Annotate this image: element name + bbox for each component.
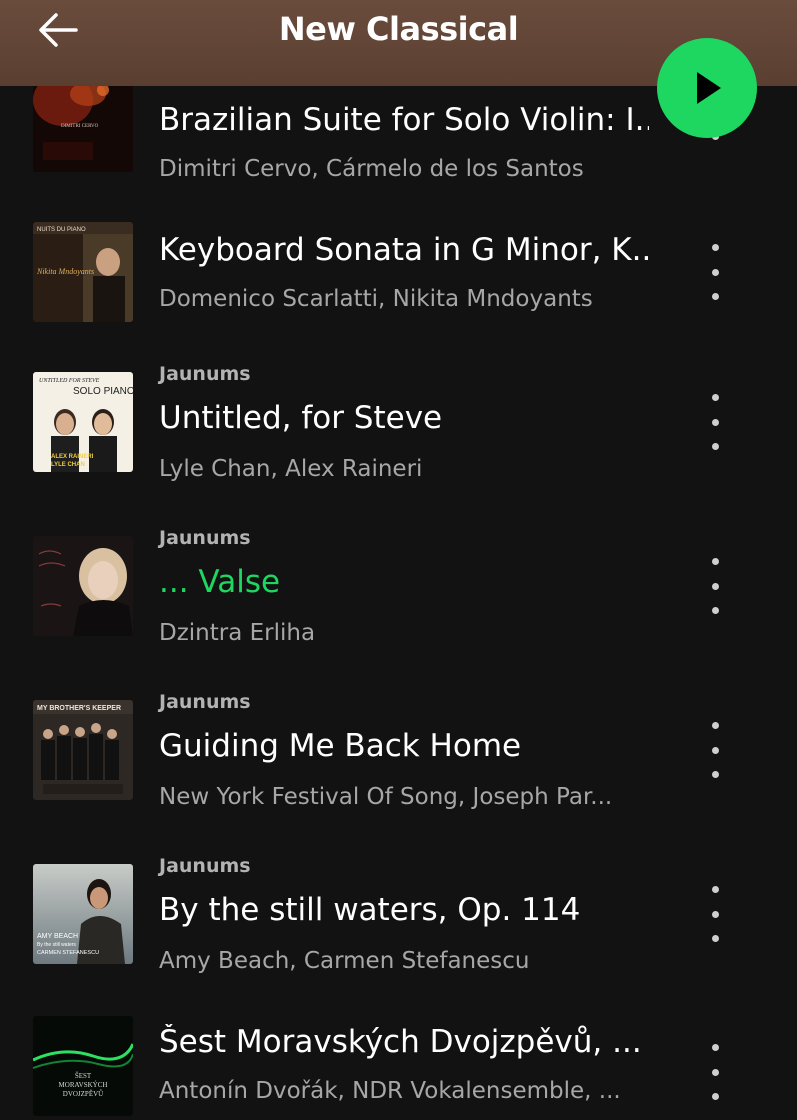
more-vertical-icon	[711, 1044, 719, 1051]
more-options-button[interactable]	[696, 886, 734, 942]
track-artists: Domenico Scarlatti, Nikita Mndoyants	[159, 286, 593, 312]
play-button[interactable]	[657, 38, 757, 138]
more-vertical-icon	[711, 722, 719, 729]
track-list: DIMITRI CERVO Brazilian Suite for Solo V…	[0, 0, 797, 1120]
album-cover-text: DVOJZPĚVŮ	[63, 1090, 103, 1098]
track-row[interactable]: NUITS DU PIANO Nikita Mndoyants Keyboard…	[0, 200, 797, 360]
album-cover: MY BROTHER'S KEEPER	[33, 700, 133, 800]
track-artists: New York Festival Of Song, Joseph Par...	[159, 784, 613, 810]
album-cover-text: MORAVSKÝCH	[59, 1081, 108, 1089]
track-title: Keyboard Sonata in G Minor, K...	[159, 232, 649, 268]
album-cover-text: DIMITRI CERVO	[61, 124, 99, 129]
track-title: ... Valse	[159, 564, 281, 600]
more-vertical-icon	[711, 244, 719, 251]
track-title: Šest Moravských Dvojzpěvů, ...	[159, 1024, 642, 1060]
album-cover: NUITS DU PIANO Nikita Mndoyants	[33, 222, 133, 322]
album-cover-text: SOLO PIANO	[73, 386, 133, 397]
album-cover: UNTITLED FOR STEVE SOLO PIANO ALEX RAINE…	[33, 372, 133, 472]
track-title: Untitled, for Steve	[159, 400, 443, 436]
album-cover-text: MY BROTHER'S KEEPER	[37, 705, 121, 712]
track-row[interactable]: Jaunums ... Valse Dzintra Erliha	[0, 524, 797, 688]
album-cover-text: NUITS DU PIANO	[37, 227, 86, 233]
track-artists: Dzintra Erliha	[159, 620, 316, 646]
track-row[interactable]: ŠEST MORAVSKÝCH DVOJZPĚVŮ Šest Moravskýc…	[0, 1016, 797, 1120]
more-vertical-icon	[711, 558, 719, 565]
more-options-button[interactable]	[696, 722, 734, 778]
album-cover-text: LYLE CHAN	[51, 462, 85, 468]
track-row[interactable]: AMY BEACH By the still waters CARMEN STE…	[0, 852, 797, 1016]
play-icon	[697, 72, 721, 104]
track-title: By the still waters, Op. 114	[159, 892, 581, 928]
more-options-button[interactable]	[696, 558, 734, 614]
new-badge: Jaunums	[159, 855, 251, 877]
more-options-button[interactable]	[696, 244, 734, 300]
album-cover: DIMITRI CERVO	[33, 72, 133, 172]
page-title: New Classical	[278, 10, 519, 48]
more-options-button[interactable]	[696, 1044, 734, 1100]
album-cover-text: AMY BEACH	[37, 933, 78, 940]
album-cover-text: UNTITLED FOR STEVE	[39, 378, 100, 384]
track-artists: Amy Beach, Carmen Stefanescu	[159, 948, 530, 974]
playlist-screen: DIMITRI CERVO Brazilian Suite for Solo V…	[0, 0, 797, 1120]
album-cover-text: By the still waters	[37, 942, 76, 948]
album-cover-text: Nikita Mndoyants	[36, 267, 94, 276]
album-cover-text: ALEX RAINERI	[51, 454, 94, 460]
track-row[interactable]: MY BROTHER'S KEEPER Jaunums Guiding Me B…	[0, 688, 797, 852]
album-cover-text: ŠEST	[75, 1072, 92, 1080]
track-row[interactable]: UNTITLED FOR STEVE SOLO PIANO ALEX RAINE…	[0, 360, 797, 524]
album-cover-text: CARMEN STEFANESCU	[37, 950, 99, 956]
new-badge: Jaunums	[159, 527, 251, 549]
track-artists: Dimitri Cervo, Cármelo de los Santos	[159, 156, 584, 182]
new-badge: Jaunums	[159, 691, 251, 713]
more-options-button[interactable]	[696, 394, 734, 450]
more-vertical-icon	[711, 886, 719, 893]
track-title: Brazilian Suite for Solo Violin: I...	[159, 102, 649, 138]
track-artists: Lyle Chan, Alex Raineri	[159, 456, 423, 482]
track-title: Guiding Me Back Home	[159, 728, 522, 764]
more-vertical-icon	[711, 394, 719, 401]
track-artists: Antonín Dvořák, NDR Vokalensemble, ...	[159, 1078, 621, 1104]
album-cover: AMY BEACH By the still waters CARMEN STE…	[33, 864, 133, 964]
album-cover	[33, 536, 133, 636]
new-badge: Jaunums	[159, 363, 251, 385]
album-cover: ŠEST MORAVSKÝCH DVOJZPĚVŮ	[33, 1016, 133, 1116]
